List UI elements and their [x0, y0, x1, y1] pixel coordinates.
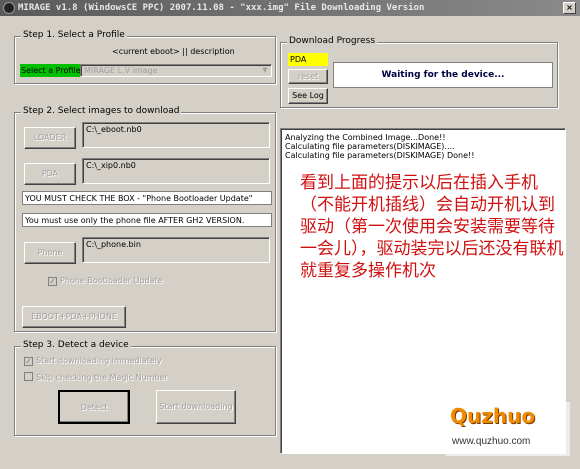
profile-header: <current eboot> || description [112, 47, 235, 56]
step2-label: Step 2. Select images to download [21, 106, 182, 116]
log-line: Calculating file parameters(DISKIMAGE) D… [285, 151, 475, 160]
watermark-url: www.quzhuo.com [452, 436, 531, 447]
warning-message-2: You must use only the phone file AFTER G… [22, 213, 272, 227]
see-log-button[interactable]: See Log [288, 88, 328, 104]
annotation-text: 看到上面的提示以后在插入手机（不能开机插线）会自动开机认到驱动（第一次使用会安装… [300, 173, 564, 281]
checkmark-icon: ✓ [24, 357, 33, 366]
phone-path-field[interactable]: C:\_phone.bin [82, 237, 270, 263]
close-button[interactable]: × [563, 2, 576, 14]
empty-checkbox-icon [24, 372, 33, 381]
progress-label: Download Progress [287, 36, 378, 46]
log-line: Calculating file parameters(DISKIMAGE)..… [285, 142, 455, 151]
detect-button[interactable]: Detect [58, 390, 130, 424]
reset-button[interactable]: reset [288, 69, 328, 84]
log-line: Analyzing the Combined Image...Done!! [285, 133, 446, 142]
loader-button[interactable]: LOADER [24, 127, 76, 149]
skip-magic-checkbox[interactable]: Skip checking the Magic Number [24, 372, 168, 382]
skip-magic-label: Skip checking the Magic Number [36, 373, 168, 382]
start-immediately-checkbox[interactable]: ✓ Start downloading immediately [24, 356, 162, 366]
chevron-down-icon[interactable]: ▼ [260, 66, 270, 75]
checkmark-icon: ✓ [48, 277, 57, 286]
loader-path-field[interactable]: C:\_eboot.nb0 [82, 122, 270, 148]
watermark-logo: Quzhuo [450, 404, 536, 428]
status-display: Waiting for the device... [333, 62, 553, 88]
bootloader-update-label: Phone Bootloader Update [60, 276, 163, 285]
start-immediately-label: Start downloading immediately [36, 356, 162, 365]
step3-label: Step 3. Detect a device [21, 340, 131, 350]
app-icon [3, 2, 15, 14]
window-title: MIRAGE v1.8 (WindowsCE PPC) 2007.11.08 -… [18, 3, 425, 13]
device-field: PDA [288, 53, 328, 66]
bootloader-update-checkbox[interactable]: ✓ Phone Bootloader Update [48, 276, 163, 286]
eboot-pda-phone-button[interactable]: EBOOT+PDA+PHONE [22, 306, 126, 328]
pda-path-field[interactable]: C:\_xip0.nb0 [82, 158, 270, 184]
profile-select[interactable]: MIRAGE L.V image ▼ [80, 64, 272, 77]
profile-value: MIRAGE L.V image [84, 66, 158, 75]
title-bar: MIRAGE v1.8 (WindowsCE PPC) 2007.11.08 -… [0, 0, 580, 16]
step1-label: Step 1. Select a Profile [21, 30, 127, 40]
phone-button[interactable]: Phone [24, 242, 76, 264]
warning-message-1: YOU MUST CHECK THE BOX - "Phone Bootload… [22, 191, 272, 205]
watermark: Quzhuo www.quzhuo.com [446, 402, 570, 456]
pda-button[interactable]: PDA [24, 163, 76, 185]
select-profile-button[interactable]: Select a Profile [20, 64, 80, 77]
start-downloading-button[interactable]: Start downloading [156, 390, 236, 424]
